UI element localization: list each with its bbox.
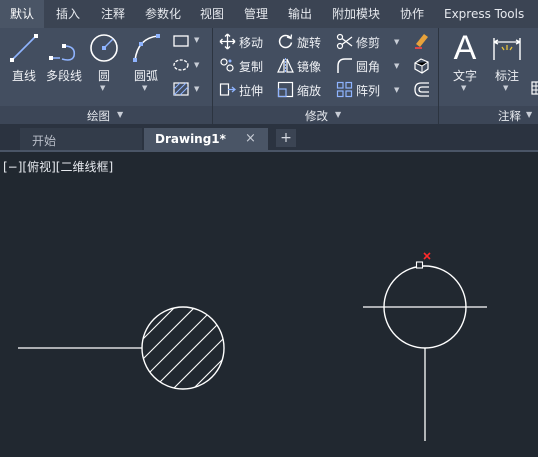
dimension-label: 标注 — [494, 69, 519, 83]
drawing-geometry[interactable] — [0, 152, 538, 457]
hatch-pattern[interactable] — [90, 272, 260, 442]
fillet-button[interactable]: 圆角 ▼ — [336, 56, 402, 76]
array-button[interactable]: 阵列 ▼ — [336, 80, 402, 100]
polyline-icon — [49, 44, 76, 61]
modify-panel: 移动 旋转 修剪 ▼ 复制 镜像 圆角 ▼ 拉伸 缩放 阵列 ▼ 修改 ▼ — [213, 28, 438, 124]
chevron-down-icon: ▼ — [117, 110, 124, 119]
fillet-icon — [337, 58, 352, 73]
copy-button[interactable]: 复制 — [219, 56, 279, 76]
explode-icon[interactable] — [413, 57, 430, 74]
new-tab-button[interactable]: + — [276, 129, 296, 147]
draw-panel-footer[interactable]: 绘图 ▼ — [0, 106, 212, 124]
circle-button[interactable]: 圆 ▼ — [84, 30, 124, 104]
stretch-label: 拉伸 — [239, 84, 264, 98]
tab-insert[interactable]: 插入 — [56, 0, 80, 28]
arc-button[interactable]: 圆弧 ▼ — [126, 30, 166, 104]
erase-icon[interactable] — [413, 32, 430, 49]
copy-label: 复制 — [239, 60, 264, 74]
tab-output[interactable]: 输出 — [288, 0, 312, 28]
tab-start[interactable]: 开始 — [20, 128, 142, 152]
hatch-dropdown-icon[interactable]: ▼ — [194, 85, 199, 93]
scale-button[interactable]: 缩放 — [277, 80, 337, 100]
tab-collaborate[interactable]: 协作 — [400, 0, 424, 28]
tab-drawing1-label: Drawing1* — [155, 132, 226, 146]
grip-square[interactable] — [415, 261, 424, 269]
fillet-label: 圆角 — [356, 60, 381, 74]
stretch-button[interactable]: 拉伸 — [219, 80, 279, 100]
table-icon[interactable] — [531, 80, 538, 96]
rotate-label: 旋转 — [297, 36, 322, 50]
rectangle-dropdown-icon[interactable]: ▼ — [194, 36, 199, 44]
grip-marker-icon — [423, 252, 431, 260]
tab-addins[interactable]: 附加模块 — [332, 0, 380, 28]
chevron-down-icon: ▼ — [526, 110, 533, 119]
array-dropdown-icon[interactable]: ▼ — [394, 86, 399, 94]
annotation-panel-title: 注释 — [498, 109, 521, 123]
mirror-button[interactable]: 镜像 — [277, 56, 337, 76]
modify-panel-footer[interactable]: 修改 ▼ — [213, 106, 438, 124]
chevron-down-icon: ▼ — [335, 110, 342, 119]
annotation-panel-footer[interactable]: 注释 ▼ — [439, 106, 538, 124]
dimension-icon — [493, 38, 521, 60]
array-label: 阵列 — [356, 84, 381, 98]
tab-view[interactable]: 视图 — [200, 0, 224, 28]
trim-dropdown-icon[interactable]: ▼ — [394, 38, 399, 46]
drawing-canvas[interactable]: [−][俯视][二维线框] — [0, 152, 538, 457]
draw-panel-title: 绘图 — [87, 109, 110, 123]
arc-dropdown-icon[interactable]: ▼ — [142, 84, 147, 92]
annotation-panel: A 文字 ▼ 标注 ▼ 注释 ▼ — [439, 28, 538, 124]
arc-icon — [133, 34, 160, 62]
copy-icon — [220, 58, 234, 72]
trim-label: 修剪 — [356, 36, 381, 50]
move-icon — [219, 33, 236, 50]
scale-label: 缩放 — [297, 84, 322, 98]
offset-icon[interactable] — [413, 81, 430, 98]
stretch-icon — [219, 83, 236, 96]
scale-icon — [277, 81, 294, 98]
tab-drawing1[interactable]: Drawing1* × — [144, 128, 268, 152]
circle-dropdown-icon[interactable]: ▼ — [100, 84, 105, 92]
hatch-icon[interactable] — [172, 81, 190, 97]
modify-panel-title: 修改 — [305, 109, 328, 123]
dimension-button[interactable]: 标注 ▼ — [487, 30, 527, 104]
array-icon — [336, 81, 353, 98]
text-icon: A — [453, 29, 477, 67]
ellipse-dropdown-icon[interactable]: ▼ — [194, 61, 199, 69]
document-tab-bar: 开始 Drawing1* × + — [0, 124, 538, 152]
ribbon-tab-bar: 默认 插入 注释 参数化 视图 管理 输出 附加模块 协作 Express To… — [0, 0, 538, 28]
rotate-icon — [278, 34, 293, 49]
tab-annotate[interactable]: 注释 — [101, 0, 125, 28]
ellipse-icon[interactable] — [172, 58, 190, 72]
text-dropdown-icon[interactable]: ▼ — [461, 84, 466, 92]
tab-default[interactable]: 默认 — [0, 0, 44, 28]
fillet-dropdown-icon[interactable]: ▼ — [394, 62, 399, 70]
ribbon: 直线 多段线 圆 ▼ 圆弧 ▼ ▼ ▼ ▼ 绘图 ▼ 移动 旋转 修剪 ▼ 复制… — [0, 28, 538, 124]
move-button[interactable]: 移动 — [219, 32, 279, 52]
line-icon — [10, 34, 38, 62]
mirror-icon — [277, 58, 294, 73]
draw-panel: 直线 多段线 圆 ▼ 圆弧 ▼ ▼ ▼ ▼ 绘图 ▼ — [0, 28, 212, 124]
scissors-icon — [336, 33, 353, 50]
dimension-dropdown-icon[interactable]: ▼ — [503, 84, 508, 92]
rectangle-icon[interactable] — [172, 34, 190, 48]
tab-manage[interactable]: 管理 — [244, 0, 268, 28]
arc-label: 圆弧 — [133, 69, 158, 83]
text-button[interactable]: A 文字 ▼ — [445, 30, 485, 104]
trim-button[interactable]: 修剪 ▼ — [336, 32, 402, 52]
tab-express-tools[interactable]: Express Tools — [444, 0, 524, 28]
tab-start-label: 开始 — [32, 134, 57, 148]
tab-parametric[interactable]: 参数化 — [145, 0, 181, 28]
move-label: 移动 — [239, 36, 264, 50]
close-icon[interactable]: × — [245, 131, 256, 146]
mirror-label: 镜像 — [297, 60, 322, 74]
circle-icon — [90, 34, 118, 62]
rotate-button[interactable]: 旋转 — [277, 32, 337, 52]
